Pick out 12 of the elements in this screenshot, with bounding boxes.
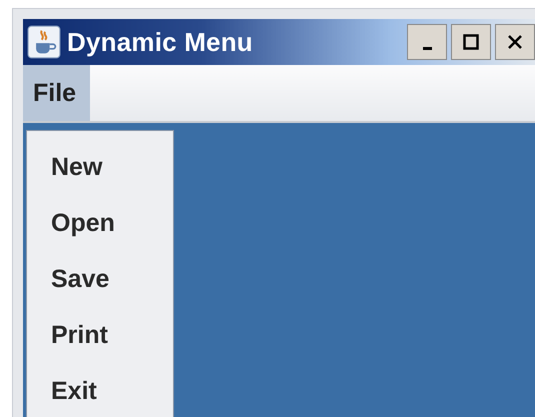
- window-title: Dynamic Menu: [67, 26, 253, 58]
- maximize-button[interactable]: [451, 24, 491, 60]
- menu-item[interactable]: Print: [27, 307, 173, 363]
- menu-item[interactable]: Exit: [27, 363, 173, 417]
- close-button[interactable]: [495, 24, 535, 60]
- cup-icon: [27, 25, 61, 59]
- minimize-icon: [422, 47, 432, 50]
- menu-item[interactable]: Open: [27, 195, 173, 251]
- menu-item[interactable]: Save: [27, 251, 173, 307]
- maximize-icon: [461, 32, 481, 52]
- menu[interactable]: File: [23, 65, 90, 121]
- menu-item[interactable]: New: [27, 139, 173, 195]
